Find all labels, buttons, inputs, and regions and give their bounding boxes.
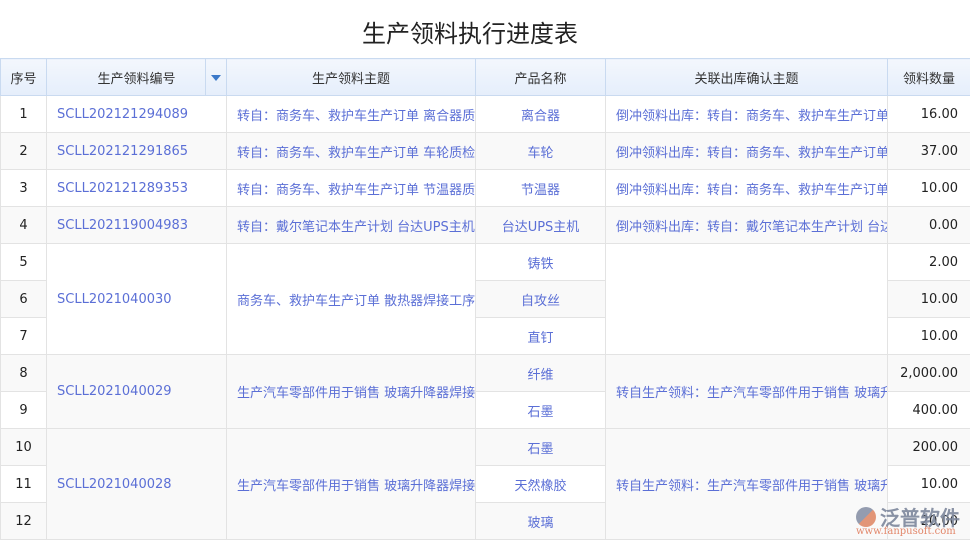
quantity: 10.00 (887, 169, 970, 207)
requisition-code-link[interactable]: SCLL2021040029 (46, 354, 227, 429)
row-number: 3 (0, 169, 47, 207)
table-row[interactable]: 3 SCLL202121289353 转自：商务车、救护车生产订单 节温器质 节温器倒… (0, 169, 970, 207)
requisition-code-link[interactable]: SCLL202121291865 (46, 132, 227, 170)
quantity: 10.00 (887, 465, 970, 503)
product-name-link[interactable]: 石墨 (475, 391, 606, 429)
product-name-link[interactable]: 纤维 (475, 354, 606, 392)
header-no[interactable]: 序号 (0, 58, 47, 96)
row-number: 9 (0, 391, 47, 429)
quantity: 16.00 (887, 95, 970, 133)
requisition-subject-link[interactable]: 转自：商务车、救护车生产订单 节温器质 (226, 169, 476, 207)
product-name-link[interactable]: 自攻丝 (475, 280, 606, 318)
row-number: 8 (0, 354, 47, 392)
table-row[interactable]: 2 SCLL202121291865 转自：商务车、救护车生产订单 车轮质检 车轮 倒冲… (0, 132, 970, 170)
header-subject[interactable]: 生产领料主题 (226, 58, 476, 96)
watermark-logo: 泛普软件 www.fanpusoft.com (856, 506, 960, 537)
quantity: 0.00 (887, 206, 970, 244)
requisition-code-link[interactable]: SCLL2021040030 (46, 243, 227, 355)
quantity: 10.00 (887, 317, 970, 355)
related-outbound-link[interactable]: 倒冲领料出库：转自：商务车、救护车生产订单 (605, 95, 888, 133)
related-outbound-link[interactable]: 倒冲领料出库：转自：商务车、救护车生产订单 (605, 132, 888, 170)
requisition-subject-link[interactable]: 生产汽车零部件用于销售 玻璃升降器焊接 (226, 428, 476, 540)
product-name-link[interactable]: 台达UPS主机 (475, 206, 606, 244)
header-code[interactable]: 生产领料编号 (46, 58, 227, 96)
progress-table: 序号 生产领料编号 生产领料主题 产品名称 关联出库确认主题 领料数量 1 SCL… (0, 58, 970, 540)
requisition-code-link[interactable]: SCLL202121289353 (46, 169, 227, 207)
requisition-subject-link[interactable]: 转自：商务车、救护车生产订单 车轮质检 (226, 132, 476, 170)
table-row[interactable]: 8 SCLL2021040029 生产汽车零部件用于销售 玻璃升降器焊接 纤维 转自生产… (0, 354, 970, 429)
requisition-code-link[interactable]: SCLL2021040028 (46, 428, 227, 540)
quantity: 200.00 (887, 428, 970, 466)
related-outbound-link[interactable]: 转自生产领料：生产汽车零部件用于销售 玻璃升 (605, 354, 888, 429)
related-outbound-link[interactable]: 倒冲领料出库：转自：戴尔笔记本生产计划 台达 (605, 206, 888, 244)
requisition-subject-link[interactable]: 商务车、救护车生产订单 散热器焊接工序 (226, 243, 476, 355)
product-name-link[interactable]: 直钉 (475, 317, 606, 355)
table-row[interactable]: 4 SCLL202119004983 转自：戴尔笔记本生产计划 台达UPS主机 台达U… (0, 206, 970, 244)
header-product[interactable]: 产品名称 (475, 58, 606, 96)
row-number: 2 (0, 132, 47, 170)
requisition-code-link[interactable]: SCLL202121294089 (46, 95, 227, 133)
dropdown-arrow-icon[interactable] (205, 59, 226, 95)
quantity: 2.00 (887, 243, 970, 281)
header-code-label: 生产领料编号 (97, 71, 176, 87)
quantity: 10.00 (887, 280, 970, 318)
product-name-link[interactable]: 离合器 (475, 95, 606, 133)
page-title: 生产领料执行进度表 (362, 20, 578, 48)
requisition-subject-link[interactable]: 转自：戴尔笔记本生产计划 台达UPS主机 (226, 206, 476, 244)
row-number: 7 (0, 317, 47, 355)
product-name-link[interactable]: 车轮 (475, 132, 606, 170)
quantity: 2,000.00 (887, 354, 970, 392)
product-name-link[interactable]: 节温器 (475, 169, 606, 207)
header-related[interactable]: 关联出库确认主题 (605, 58, 888, 96)
row-number: 5 (0, 243, 47, 281)
quantity: 37.00 (887, 132, 970, 170)
table-row[interactable]: 5 SCLL2021040030 商务车、救护车生产订单 散热器焊接工序 铸铁 2.00 (0, 243, 970, 355)
requisition-subject-link[interactable]: 转自：商务车、救护车生产订单 离合器质 (226, 95, 476, 133)
related-outbound-link[interactable]: 转自生产领料：生产汽车零部件用于销售 玻璃升 (605, 428, 888, 540)
related-outbound-link[interactable] (605, 243, 888, 355)
related-outbound-link[interactable]: 倒冲领料出库：转自：商务车、救护车生产订单 (605, 169, 888, 207)
row-number: 1 (0, 95, 47, 133)
logo-icon (856, 506, 876, 527)
table-row[interactable]: 1 SCLL202121294089 转自：商务车、救护车生产订单 离合器质 离合器倒… (0, 95, 970, 133)
product-name-link[interactable]: 玻璃 (475, 502, 606, 540)
row-number: 12 (0, 502, 47, 540)
table-row[interactable]: 10 SCLL2021040028 生产汽车零部件用于销售 玻璃升降器焊接 石墨 转自生… (0, 428, 970, 540)
product-name-link[interactable]: 铸铁 (475, 243, 606, 281)
row-number: 6 (0, 280, 47, 318)
requisition-code-link[interactable]: SCLL202119004983 (46, 206, 227, 244)
row-number: 10 (0, 428, 47, 466)
product-name-link[interactable]: 天然橡胶 (475, 465, 606, 503)
row-number: 4 (0, 206, 47, 244)
requisition-subject-link[interactable]: 生产汽车零部件用于销售 玻璃升降器焊接 (226, 354, 476, 429)
product-name-link[interactable]: 石墨 (475, 428, 606, 466)
header-qty[interactable]: 领料数量 (887, 58, 970, 96)
quantity: 400.00 (887, 391, 970, 429)
row-number: 11 (0, 465, 47, 503)
